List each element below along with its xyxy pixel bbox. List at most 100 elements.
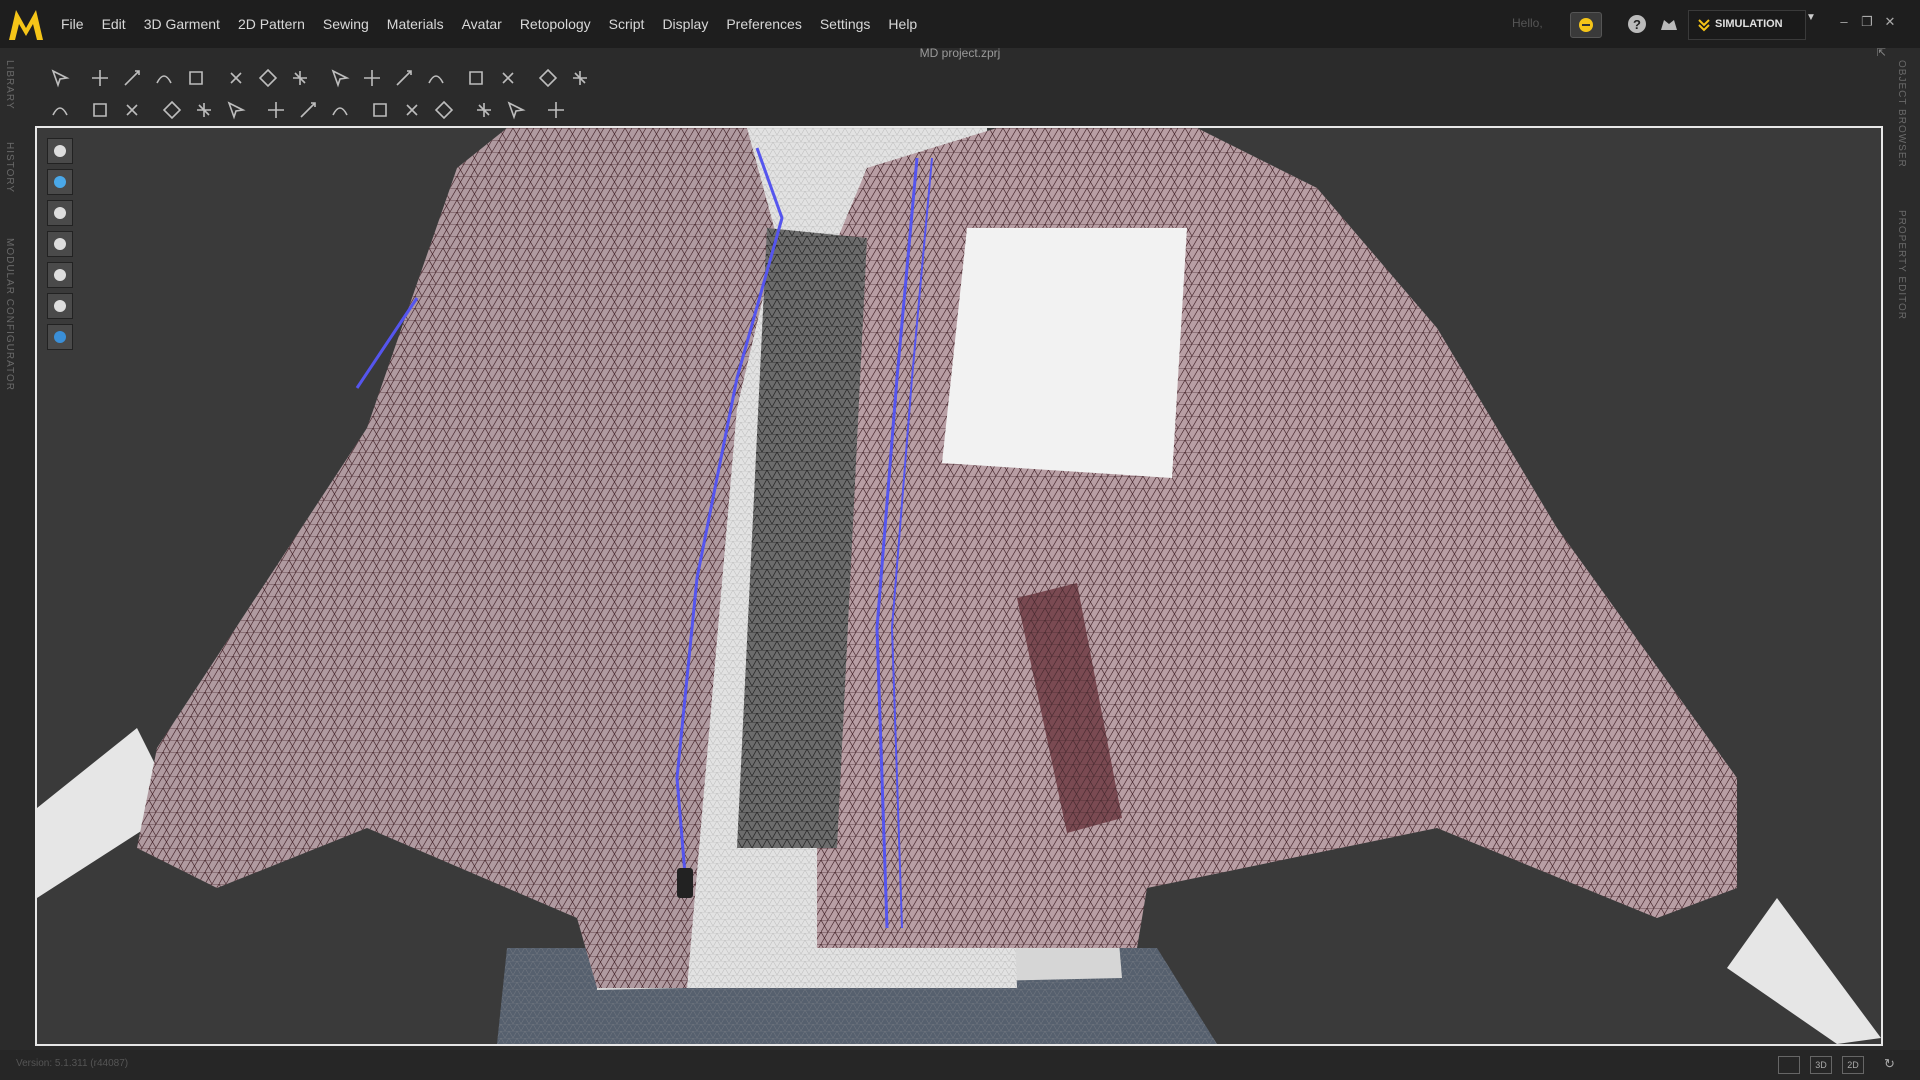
tack-tool[interactable]	[220, 64, 252, 92]
menu-avatar[interactable]: Avatar	[453, 0, 511, 48]
menu-file[interactable]: File	[52, 0, 93, 48]
select-pin-icon	[93, 103, 107, 117]
menu-sewing[interactable]: Sewing	[314, 0, 378, 48]
topstitch-tool[interactable]	[324, 96, 356, 124]
tab-modular-configurator[interactable]: MODULAR CONFIGURATOR	[4, 238, 15, 391]
transform-pattern-tool[interactable]	[84, 64, 116, 92]
app-logo[interactable]	[6, 4, 46, 44]
ruler-icon	[548, 102, 564, 118]
chevron-down-icon[interactable]: ▼	[1806, 12, 1816, 23]
menu-3d-garment[interactable]: 3D Garment	[135, 0, 229, 48]
select-sewing-icon	[331, 69, 350, 88]
tack-both-tool[interactable]	[284, 64, 316, 92]
fabric-view-toggle[interactable]	[47, 262, 73, 288]
tape-icon	[434, 100, 454, 120]
refresh-icon[interactable]: ↻	[1884, 1056, 1895, 1072]
community-icon	[1661, 20, 1677, 30]
menu-edit[interactable]: Edit	[93, 0, 135, 48]
menu-retopology[interactable]: Retopology	[511, 0, 600, 48]
zipper-pull[interactable]	[677, 868, 693, 898]
elastic-tool[interactable]	[468, 96, 500, 124]
edit-sewing-tool[interactable]	[356, 64, 388, 92]
line-icon	[373, 103, 387, 117]
segment-sewing-tool[interactable]	[388, 64, 420, 92]
3d-view-button[interactable]: 3D	[1810, 1056, 1832, 1074]
arrangement-tool[interactable]	[460, 64, 492, 92]
trace-icon	[162, 100, 182, 120]
menu-script[interactable]: Script	[600, 0, 654, 48]
texture-view-icon	[54, 176, 66, 188]
help-button[interactable]: ?	[1622, 12, 1652, 36]
free-sewing-icon	[428, 75, 444, 84]
zipper-tool[interactable]	[396, 96, 428, 124]
fold-arrangement-tool[interactable]	[180, 64, 212, 92]
grid-tool[interactable]	[532, 64, 564, 92]
community-button[interactable]	[1654, 12, 1684, 36]
tab-library[interactable]: LIBRARY	[4, 60, 15, 110]
mode-selector[interactable]: SIMULATION	[1688, 10, 1806, 40]
menu-preferences[interactable]: Preferences	[717, 0, 810, 48]
tab-property-editor[interactable]: PROPERTY EDITOR	[1896, 210, 1907, 320]
avatar-pose-tool[interactable]	[44, 96, 76, 124]
cut-tool[interactable]	[188, 96, 220, 124]
2d-view-button[interactable]: 2D	[1842, 1056, 1864, 1074]
texture-view-toggle[interactable]	[47, 169, 73, 195]
tape-tool[interactable]	[428, 96, 460, 124]
menu-help[interactable]: Help	[879, 0, 926, 48]
pin-tool[interactable]	[116, 96, 148, 124]
simulation-icon	[1698, 19, 1710, 32]
avatar-display-toggle[interactable]	[47, 293, 73, 319]
button-tool[interactable]	[260, 96, 292, 124]
select-sewing-tool[interactable]	[324, 64, 356, 92]
3d-viewport[interactable]	[35, 126, 1883, 1046]
tab-object-browser[interactable]: OBJECT BROWSER	[1896, 60, 1907, 168]
edit-pattern-icon	[124, 70, 140, 86]
edit-pattern-tool[interactable]	[116, 64, 148, 92]
viewport-toolbar	[47, 138, 73, 350]
trace-tool[interactable]	[156, 96, 188, 124]
avatar-select-tool[interactable]	[44, 64, 76, 92]
close-icon[interactable]: ✕	[1881, 14, 1899, 30]
avatar-pose-icon	[52, 107, 68, 116]
edit-curvature-tool[interactable]	[148, 64, 180, 92]
version-text: Version: 5.1.311 (r44087)	[16, 1058, 129, 1069]
puckering-tool[interactable]	[220, 96, 252, 124]
detach-icon[interactable]: ⇱	[1877, 46, 1886, 59]
tack-on-avatar-icon	[258, 68, 278, 88]
topstitch-icon	[332, 107, 348, 116]
avatar-view-icon	[54, 207, 66, 219]
menu-display[interactable]: Display	[653, 0, 717, 48]
toolbar-secondary	[44, 96, 572, 124]
single-view-button[interactable]	[1778, 1056, 1800, 1074]
buttonhole-icon	[300, 102, 316, 118]
menu-materials[interactable]: Materials	[378, 0, 453, 48]
grid-icon	[538, 68, 558, 88]
fit-suit-tool[interactable]	[492, 64, 524, 92]
menu-settings[interactable]: Settings	[811, 0, 880, 48]
layer-view-toggle[interactable]	[47, 231, 73, 257]
edit-curvature-icon	[156, 75, 172, 84]
cloud-icon	[1579, 18, 1593, 32]
tack-on-avatar-tool[interactable]	[252, 64, 284, 92]
environment-toggle[interactable]	[47, 324, 73, 350]
tab-history[interactable]: HISTORY	[4, 142, 15, 193]
measure-tool[interactable]	[500, 96, 532, 124]
mesh-icon	[573, 71, 587, 85]
buttonhole-tool[interactable]	[292, 96, 324, 124]
chest-pocket	[942, 228, 1187, 478]
line-tool[interactable]	[364, 96, 396, 124]
avatar-view-toggle[interactable]	[47, 200, 73, 226]
tack-both-icon	[293, 71, 307, 85]
select-pin-tool[interactable]	[84, 96, 116, 124]
minimize-icon[interactable]: –	[1835, 14, 1853, 29]
avatar-display-icon	[54, 300, 66, 312]
menu-2d-pattern[interactable]: 2D Pattern	[229, 0, 314, 48]
restore-icon[interactable]: ❐	[1858, 14, 1876, 30]
garment-view-toggle[interactable]	[47, 138, 73, 164]
cloud-button[interactable]	[1570, 12, 1602, 38]
ruler-tool[interactable]	[540, 96, 572, 124]
pin-icon	[126, 104, 138, 116]
free-sewing-tool[interactable]	[420, 64, 452, 92]
mesh-tool[interactable]	[564, 64, 596, 92]
garment-scene	[37, 128, 1881, 1044]
